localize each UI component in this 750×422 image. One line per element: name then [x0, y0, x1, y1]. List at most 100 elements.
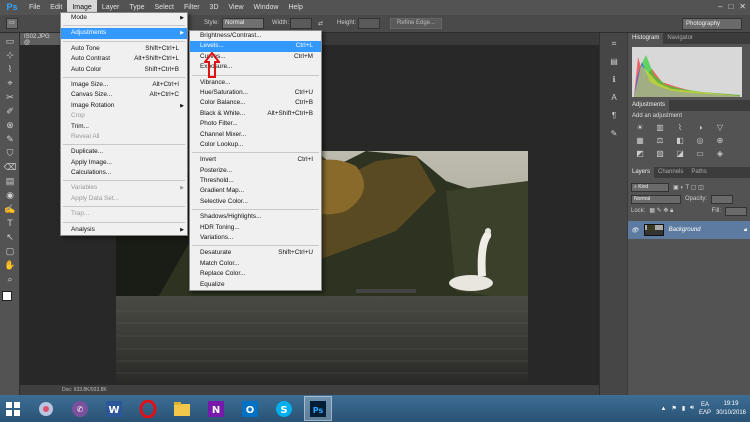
image-menu-image-rotation[interactable]: Image Rotation ▶: [61, 101, 187, 111]
adjust-menu-equalize[interactable]: Equalize: [190, 280, 321, 290]
taskbar-app-misc[interactable]: [32, 396, 60, 421]
blend-mode-select[interactable]: Normal: [631, 194, 681, 204]
menu-file[interactable]: File: [24, 0, 45, 15]
path-select-tool-icon[interactable]: ↖: [3, 231, 17, 243]
minimize-icon[interactable]: –: [718, 2, 722, 11]
close-icon[interactable]: ✕: [739, 2, 746, 11]
menu-view[interactable]: View: [224, 0, 249, 15]
brush-tool-icon[interactable]: ✎: [3, 133, 17, 145]
image-menu-image-size[interactable]: Image Size... Alt+Ctrl+I: [61, 80, 187, 90]
vibrance-icon[interactable]: ▽: [714, 123, 726, 133]
posterize-icon[interactable]: ▨: [654, 149, 666, 159]
adjust-menu-desaturate[interactable]: Desaturate Shift+Ctrl+U: [190, 248, 321, 258]
tab-paths[interactable]: Paths: [687, 167, 710, 178]
taskbar-app-outlook[interactable]: O: [236, 396, 264, 421]
tab-navigator[interactable]: Navigator: [663, 33, 697, 44]
taskbar-app-skype[interactable]: S: [270, 396, 298, 421]
type-tool-icon[interactable]: T: [3, 217, 17, 229]
color-balance-icon[interactable]: ⚖: [654, 136, 666, 146]
refine-edge-button[interactable]: Refine Edge...: [390, 18, 442, 29]
character-icon[interactable]: A: [607, 93, 621, 105]
image-menu-auto-color[interactable]: Auto Color Shift+Ctrl+B: [61, 65, 187, 75]
start-button[interactable]: [0, 395, 26, 422]
gradient-tool-icon[interactable]: ▤: [3, 175, 17, 187]
adjust-menu-replace-color[interactable]: Replace Color...: [190, 269, 321, 279]
taskbar-app-word[interactable]: W: [100, 396, 128, 421]
levels-icon[interactable]: ▥: [654, 123, 666, 133]
adjust-menu-match-color[interactable]: Match Color...: [190, 259, 321, 269]
curves-icon[interactable]: ⌇: [674, 123, 686, 133]
brightness-icon[interactable]: ☀: [634, 123, 646, 133]
marquee-tool-icon[interactable]: ▭: [3, 35, 17, 47]
image-menu-auto-tone[interactable]: Auto Tone Shift+Ctrl+L: [61, 44, 187, 54]
clock[interactable]: 19:19 30/10/2016: [716, 400, 746, 418]
pen-tool-icon[interactable]: ✍: [3, 203, 17, 215]
brush-icon[interactable]: ✎: [607, 129, 621, 141]
properties-icon[interactable]: ▤: [607, 57, 621, 69]
menu-window[interactable]: Window: [249, 0, 284, 15]
image-menu-auto-contrast[interactable]: Auto Contrast Alt+Shift+Ctrl+L: [61, 54, 187, 64]
stamp-tool-icon[interactable]: ⛉: [3, 147, 17, 159]
marquee-tool-icon[interactable]: ▭: [6, 18, 18, 29]
adjust-menu-levels[interactable]: Levels... Ctrl+L: [190, 41, 321, 52]
style-select[interactable]: Normal: [222, 18, 264, 29]
image-menu-trim[interactable]: Trim...: [61, 122, 187, 132]
crop-tool-icon[interactable]: ✂: [3, 91, 17, 103]
image-menu-calculations[interactable]: Calculations...: [61, 168, 187, 178]
black-white-icon[interactable]: ◧: [674, 136, 686, 146]
taskbar-app-explorer[interactable]: [168, 396, 196, 421]
shape-tool-icon[interactable]: ▢: [3, 245, 17, 257]
taskbar-app-onenote[interactable]: N: [202, 396, 230, 421]
width-field[interactable]: [290, 18, 312, 29]
adjust-menu-brightness-contrast[interactable]: Brightness/Contrast...: [190, 31, 321, 41]
paragraph-icon[interactable]: ¶: [607, 111, 621, 123]
hue-saturation-icon[interactable]: ▦: [634, 136, 646, 146]
tab-histogram[interactable]: Histogram: [628, 33, 664, 44]
image-menu-mode[interactable]: Mode ▶: [61, 13, 187, 23]
history-icon[interactable]: ⌗: [607, 39, 621, 51]
healing-tool-icon[interactable]: ⊗: [3, 119, 17, 131]
adjust-menu-gradient-map[interactable]: Gradient Map...: [190, 186, 321, 196]
adjust-menu-photo-filter[interactable]: Photo Filter...: [190, 119, 321, 129]
image-menu-analysis[interactable]: Analysis ▶: [61, 225, 187, 235]
kind-select[interactable]: ⌕ Kind: [631, 182, 669, 192]
taskbar-app-photoshop[interactable]: Ps: [304, 396, 332, 421]
image-menu-apply-image[interactable]: Apply Image...: [61, 158, 187, 168]
tab-channels[interactable]: Channels: [654, 167, 687, 178]
maximize-icon[interactable]: □: [728, 2, 733, 11]
adjust-menu-black-white[interactable]: Black & White... Alt+Shift+Ctrl+B: [190, 109, 321, 119]
lock-icons[interactable]: ▦ ✎ ✥ 🔒︎: [649, 207, 673, 215]
threshold-icon[interactable]: ◪: [674, 149, 686, 159]
layer-background[interactable]: 👁︎ Background 🔒︎: [628, 221, 750, 239]
filter-icons[interactable]: ▣ ◐ T ▢ ◫: [673, 184, 704, 191]
adjust-menu-threshold[interactable]: Threshold...: [190, 176, 321, 186]
eye-icon[interactable]: 👁︎: [631, 227, 639, 234]
channel-mixer-icon[interactable]: ⊕: [714, 136, 726, 146]
swap-icon[interactable]: ⇄: [318, 20, 323, 27]
adjust-menu-channel-mixer[interactable]: Channel Mixer...: [190, 130, 321, 140]
lasso-tool-icon[interactable]: ⌇: [3, 63, 17, 75]
info-icon[interactable]: ℹ: [607, 75, 621, 87]
image-menu-duplicate[interactable]: Duplicate...: [61, 147, 187, 157]
quick-select-tool-icon[interactable]: ⌖: [3, 77, 17, 89]
opacity-field[interactable]: [711, 194, 734, 204]
exposure-icon[interactable]: ◑: [694, 123, 706, 133]
volume-icon[interactable]: 🔊︎: [690, 405, 694, 412]
image-menu-canvas-size[interactable]: Canvas Size... Alt+Ctrl+C: [61, 90, 187, 100]
adjust-menu-shadows-highlights[interactable]: Shadows/Highlights...: [190, 212, 321, 222]
color-swatches[interactable]: [2, 291, 18, 307]
tab-adjustments[interactable]: Adjustments: [628, 100, 670, 111]
tab-layers[interactable]: Layers: [628, 167, 655, 178]
network-icon[interactable]: ▮: [682, 405, 685, 412]
language-indicator[interactable]: EA ΕΛΡ: [699, 401, 711, 417]
adjust-menu-hue-saturation[interactable]: Hue/Saturation... Ctrl+U: [190, 88, 321, 98]
adjust-menu-invert[interactable]: Invert Ctrl+I: [190, 155, 321, 165]
adjust-menu-vibrance[interactable]: Vibrance...: [190, 78, 321, 88]
adjust-menu-variations[interactable]: Variations...: [190, 233, 321, 243]
tray-up-icon[interactable]: ▲: [661, 406, 667, 412]
photo-filter-icon[interactable]: ◎: [694, 136, 706, 146]
adjust-menu-color-lookup[interactable]: Color Lookup...: [190, 140, 321, 150]
adjust-menu-posterize[interactable]: Posterize...: [190, 166, 321, 176]
hand-tool-icon[interactable]: ✋: [3, 259, 17, 271]
taskbar-app-opera[interactable]: [134, 396, 162, 421]
